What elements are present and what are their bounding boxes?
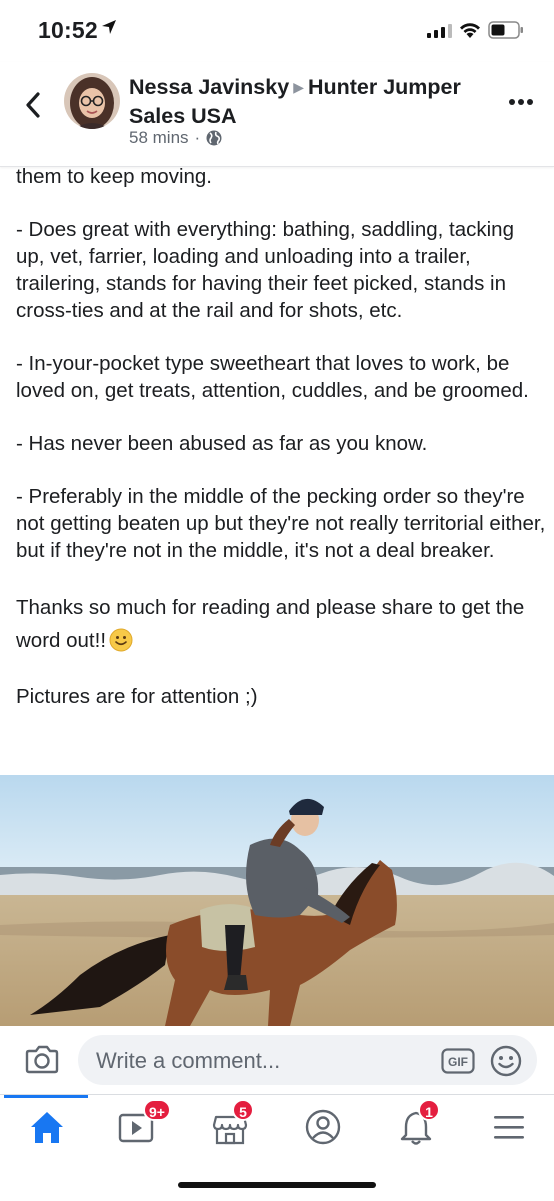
post-paragraph: - Preferably in the middle of the peckin… bbox=[16, 485, 546, 562]
post-paragraph-thanks: Thanks so much for reading and please sh… bbox=[16, 591, 546, 657]
location-arrow-icon bbox=[102, 20, 116, 34]
comment-field[interactable]: GIF bbox=[78, 1035, 537, 1087]
globe-icon bbox=[206, 130, 222, 146]
meta-separator: · bbox=[194, 128, 201, 147]
post-paragraph: - Has never been abused as far as you kn… bbox=[16, 431, 428, 455]
tab-marketplace[interactable]: 5 bbox=[210, 1099, 254, 1147]
comment-input[interactable] bbox=[94, 1035, 418, 1087]
comment-bar: GIF bbox=[0, 1026, 554, 1094]
post-paragraph: them to keep moving. bbox=[16, 165, 212, 188]
gif-label: GIF bbox=[448, 1055, 468, 1069]
marketplace-badge: 5 bbox=[232, 1099, 254, 1121]
gif-icon[interactable]: GIF bbox=[441, 1048, 475, 1074]
home-indicator[interactable] bbox=[178, 1182, 376, 1188]
wifi-icon bbox=[460, 23, 480, 38]
post-title: Nessa Javinsky ▶ Hunter Jumper Sales USA bbox=[129, 74, 489, 130]
back-arrow-icon[interactable] bbox=[22, 90, 44, 120]
tab-profile[interactable] bbox=[301, 1107, 345, 1147]
profile-icon bbox=[305, 1109, 341, 1145]
author-name[interactable]: Nessa Javinsky bbox=[129, 75, 289, 99]
status-bar: 10:52 bbox=[0, 0, 554, 62]
tab-home[interactable] bbox=[25, 1107, 69, 1147]
post-paragraph: - Does great with everything: bathing, s… bbox=[16, 218, 514, 322]
post-paragraph: Pictures are for attention ;) bbox=[16, 684, 258, 708]
home-icon bbox=[31, 1112, 63, 1143]
camera-icon[interactable] bbox=[25, 1044, 59, 1074]
hamburger-menu-icon bbox=[494, 1116, 524, 1139]
post-time[interactable]: 58 mins bbox=[129, 128, 189, 148]
tab-menu[interactable] bbox=[489, 1107, 533, 1147]
post-paragraph: - In-your-pocket type sweetheart that lo… bbox=[16, 351, 529, 402]
more-options-icon[interactable] bbox=[509, 98, 533, 106]
watch-badge: 9+ bbox=[143, 1099, 171, 1121]
author-avatar[interactable] bbox=[64, 73, 120, 129]
tab-notifications[interactable]: 1 bbox=[396, 1099, 440, 1147]
emoji-picker-icon[interactable] bbox=[490, 1045, 522, 1077]
notifications-badge: 1 bbox=[418, 1099, 440, 1121]
active-tab-indicator bbox=[4, 1095, 88, 1098]
thanks-text: Thanks so much for reading and please sh… bbox=[16, 596, 525, 653]
post-photo[interactable] bbox=[0, 775, 554, 1026]
tab-watch[interactable]: 9+ bbox=[117, 1099, 171, 1147]
status-time: 10:52 bbox=[38, 17, 98, 43]
post-meta: 58 mins · bbox=[129, 128, 222, 148]
triangle-right-icon: ▶ bbox=[293, 79, 304, 95]
post-body: them to keep moving. - Does great with e… bbox=[16, 164, 546, 711]
slightly-smiling-face-icon bbox=[109, 628, 133, 652]
post-header: Nessa Javinsky ▶ Hunter Jumper Sales USA 5… bbox=[0, 62, 554, 167]
battery-icon bbox=[488, 21, 523, 39]
cellular-signal-icon bbox=[427, 24, 452, 38]
